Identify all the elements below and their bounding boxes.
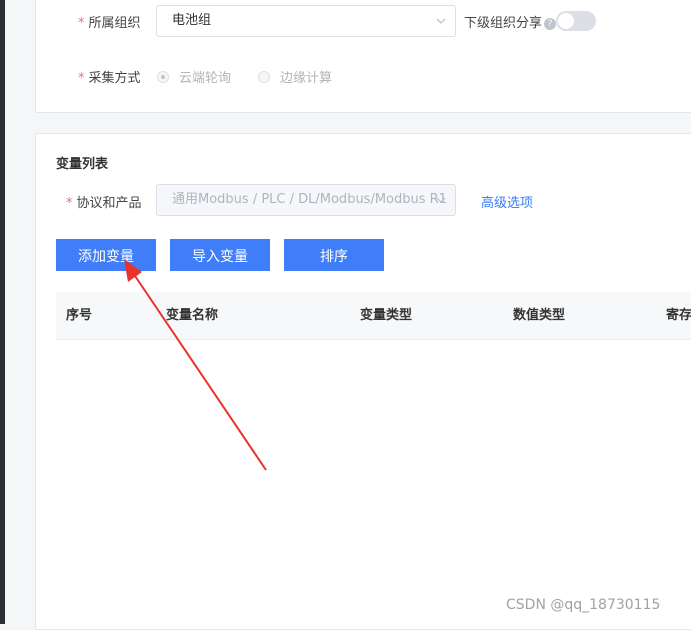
org-label: * 所属组织 <box>78 16 141 31</box>
required-mark: * <box>78 16 85 31</box>
radio-cloud-polling[interactable]: 云端轮询 <box>157 67 231 86</box>
org-select-value: 电池组 <box>172 13 212 28</box>
import-variable-button[interactable]: 导入变量 <box>170 239 270 271</box>
required-mark: * <box>78 71 85 86</box>
column-header: 变量名称 <box>166 308 219 323</box>
chevron-down-icon <box>436 197 446 203</box>
share-label: 下级组织分享? <box>464 12 557 31</box>
org-select[interactable]: 电池组 <box>156 5 456 37</box>
required-mark: * <box>66 196 73 211</box>
variable-table-header: 序号 变量名称 变量类型 数值类型 寄存 <box>56 292 691 340</box>
collect-label: * 采集方式 <box>78 71 141 86</box>
help-icon[interactable]: ? <box>544 18 557 30</box>
protocol-select[interactable]: 通用Modbus / PLC / DL/Modbus/Modbus R1 <box>156 184 456 216</box>
variable-list-title: 变量列表 <box>56 157 109 172</box>
sort-button[interactable]: 排序 <box>284 239 384 271</box>
column-header: 序号 <box>66 308 93 323</box>
left-edge-strip <box>0 0 5 624</box>
radio-unchecked-icon <box>258 70 270 83</box>
share-toggle[interactable] <box>556 11 596 31</box>
chevron-down-icon <box>436 18 446 24</box>
add-variable-button[interactable]: 添加变量 <box>56 239 156 271</box>
radio-edge-compute[interactable]: 边缘计算 <box>258 67 332 86</box>
column-header: 寄存 <box>666 308 691 323</box>
radio-checked-icon <box>157 70 169 83</box>
protocol-label: * 协议和产品 <box>66 196 142 211</box>
watermark: CSDN @qq_18730115 <box>506 597 661 613</box>
protocol-select-value: 通用Modbus / PLC / DL/Modbus/Modbus R1 <box>172 192 447 207</box>
toggle-knob <box>558 13 574 29</box>
advanced-options-link[interactable]: 高级选项 <box>481 192 533 211</box>
column-header: 变量类型 <box>360 308 413 323</box>
column-header: 数值类型 <box>513 308 566 323</box>
